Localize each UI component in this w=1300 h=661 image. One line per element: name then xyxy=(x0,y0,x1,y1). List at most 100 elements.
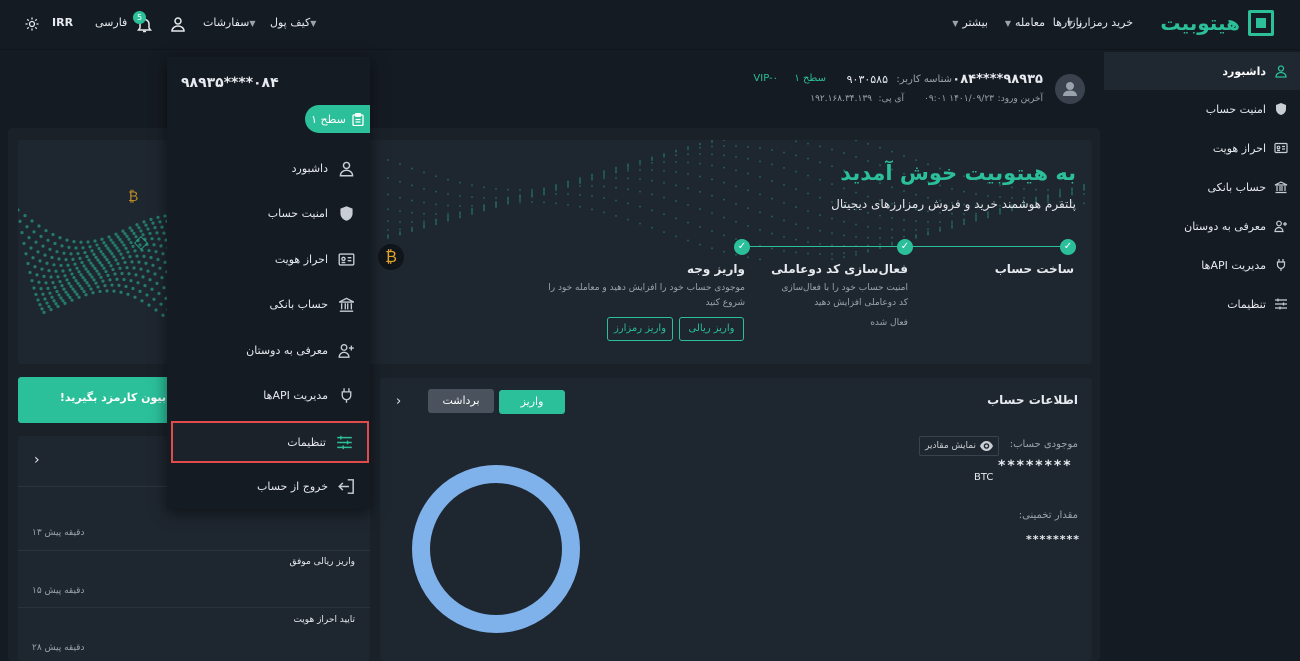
chevron-down-icon: ▼ xyxy=(1004,19,1012,28)
step-1-check-icon: ✓ xyxy=(1060,239,1076,255)
balance-unit: BTC xyxy=(974,472,994,483)
chevron-down-icon: ▼ xyxy=(249,19,256,28)
estimate-label: مقدار تخمینی: xyxy=(1018,510,1078,521)
sidebar-item-label: تنظیمات xyxy=(1227,297,1266,311)
balance-donut-chart xyxy=(412,465,580,633)
dropdown-item-kyc[interactable]: احراز هویت xyxy=(171,240,369,278)
promo-text: بیون کارمزد بگیرید! xyxy=(59,391,166,404)
step-3-title: واریز وجه xyxy=(686,262,745,276)
sidebar-item-label: مدیریت APIها xyxy=(1201,258,1266,272)
user-id: ۹۰۳۰۵۸۵ xyxy=(846,73,888,86)
add-user-icon xyxy=(1274,220,1287,233)
chevron-down-icon: ▼ xyxy=(310,19,317,28)
nav-wallet[interactable]: ▼کیف پول xyxy=(270,16,320,29)
add-user-icon xyxy=(338,343,354,358)
dropdown-level-label: سطح ۱ xyxy=(311,112,346,126)
welcome-title: به هیتوبیت خوش آمدید xyxy=(840,161,1076,185)
dropdown-level-badge[interactable]: سطح ۱ xyxy=(305,105,370,133)
sidebar-item-kyc[interactable]: احراز هویت xyxy=(1104,129,1300,167)
show-values-label: نمایش مقادیر xyxy=(925,441,976,451)
currency-label: IRR xyxy=(52,16,74,29)
ip-label: آی پی: xyxy=(878,94,904,104)
eye-icon xyxy=(979,441,993,451)
dropdown-item-referral[interactable]: معرفی به دوستان xyxy=(171,331,369,369)
nav-buy-crypto-label: خرید رمزارز xyxy=(1076,16,1133,29)
dropdown-item-label: داشبورد xyxy=(291,161,328,175)
chevron-right-icon[interactable]: › xyxy=(34,452,40,468)
step-2-title: فعال‌سازی کد دوعاملی xyxy=(771,262,908,276)
last-login-label: آخرین ورود: xyxy=(997,94,1043,104)
user-vip: VIP-۰ xyxy=(753,73,778,84)
sidebar-item-settings[interactable]: تنظیمات xyxy=(1104,285,1300,323)
nav-markets-label: بازارها xyxy=(1052,16,1082,29)
chevron-right-icon[interactable]: › xyxy=(396,394,401,409)
activity-title: واریز ریالی موفق xyxy=(289,557,355,567)
dropdown-item-api[interactable]: مدیریت APIها xyxy=(171,376,369,414)
shield-icon xyxy=(340,205,353,221)
activity-title: تایید احراز هویت xyxy=(293,615,355,625)
bitcoin-icon: ₿ xyxy=(378,244,404,270)
withdraw-button[interactable]: برداشت xyxy=(428,389,494,413)
step-3-check-icon: ✓ xyxy=(734,239,750,255)
dropdown-item-label: امنیت حساب xyxy=(267,206,328,220)
deposit-rial-button[interactable]: واریز ریالی xyxy=(679,317,744,341)
user-id-label: شناسه کاربر: xyxy=(896,74,952,85)
dropdown-item-label: معرفی به دوستان xyxy=(246,343,328,357)
nav-orders[interactable]: ▼سفارشات xyxy=(203,16,260,29)
language-selector[interactable]: فارسی xyxy=(95,16,127,29)
theme-toggle-sun-icon[interactable] xyxy=(25,17,39,34)
sliders-icon xyxy=(337,435,352,449)
shield-icon xyxy=(1276,103,1286,115)
nav-trade-label: معامله xyxy=(1015,16,1045,29)
logo[interactable]: هیتوبیت xyxy=(1160,10,1274,36)
dropdown-item-label: حساب بانکی xyxy=(269,297,328,311)
sidebar-item-referral[interactable]: معرفی به دوستان xyxy=(1104,207,1300,245)
dropdown-item-logout[interactable]: خروج از حساب xyxy=(171,467,369,505)
logo-mark-icon xyxy=(1248,10,1274,36)
bank-icon xyxy=(1274,181,1288,194)
deposit-crypto-button[interactable]: واریز رمزارز xyxy=(607,317,673,341)
activity-time: ۱۳ دقیقه پیش xyxy=(32,528,85,538)
nav-trade[interactable]: معامله▼ xyxy=(1005,16,1045,29)
user-icon xyxy=(1275,65,1287,78)
last-login-value: ۱۴۰۱/۰۹/۲۳ ۰۹:۰۱ xyxy=(924,94,994,104)
sidebar-item-api[interactable]: مدیریت APIها xyxy=(1104,246,1300,284)
dropdown-item-security[interactable]: امنیت حساب xyxy=(171,194,369,232)
id-card-icon xyxy=(1274,142,1288,154)
dropdown-item-label: احراز هویت xyxy=(274,252,328,266)
plug-icon xyxy=(341,387,352,403)
clipboard-icon xyxy=(352,112,364,126)
welcome-subtitle: پلتفرم هوشمند خرید و فروش رمزارزهای دیجی… xyxy=(831,197,1076,211)
sidebar-item-label: احراز هویت xyxy=(1212,141,1266,155)
show-values-toggle[interactable]: نمایش مقادیر xyxy=(919,436,999,456)
step-2-status: فعال شده xyxy=(870,318,908,328)
nav-markets[interactable]: بازارها xyxy=(1053,16,1082,29)
id-card-icon xyxy=(338,252,355,266)
dropdown-item-label: خروج از حساب xyxy=(257,479,328,493)
currency-selector[interactable]: IRR xyxy=(52,16,73,29)
bitcoin-small-icon: ₿ xyxy=(128,189,139,205)
logo-text: هیتوبیت xyxy=(1160,11,1240,35)
nav-more[interactable]: بیشتر▼ xyxy=(952,16,988,29)
user-icon xyxy=(339,161,354,177)
avatar[interactable] xyxy=(1055,74,1085,104)
ip-value: ۱۹۲.۱۶۸.۳۴.۱۳۹ xyxy=(810,94,872,104)
sidebar-item-label: حساب بانکی xyxy=(1207,180,1266,194)
activity-time: ۲۸ دقیقه پیش xyxy=(32,643,85,653)
step-2-check-icon: ✓ xyxy=(897,239,913,255)
sidebar-item-bank[interactable]: حساب بانکی xyxy=(1104,168,1300,206)
step-2-desc: امنیت حساب خود را با فعال‌سازی کد دوعامل… xyxy=(781,283,908,308)
estimate-masked: ******** xyxy=(1026,533,1081,546)
sidebar-item-security[interactable]: امنیت حساب xyxy=(1104,90,1300,128)
user-icon[interactable] xyxy=(170,16,186,35)
dropdown-phone: ۹۸۹۳۵****۰۸۴ xyxy=(181,75,279,91)
dropdown-item-settings[interactable]: تنظیمات xyxy=(171,421,369,463)
dropdown-item-bank[interactable]: حساب بانکی xyxy=(171,285,369,323)
step-1-title: ساخت حساب xyxy=(994,262,1074,276)
dropdown-item-label: تنظیمات xyxy=(287,435,326,449)
promo-banner[interactable]: بیون کارمزد بگیرید! xyxy=(18,377,170,423)
deposit-button[interactable]: واریز xyxy=(499,390,565,414)
language-label: فارسی xyxy=(95,16,128,29)
sidebar-item-dashboard[interactable]: داشبورد xyxy=(1104,52,1300,90)
dropdown-item-dashboard[interactable]: داشبورد xyxy=(171,149,369,187)
